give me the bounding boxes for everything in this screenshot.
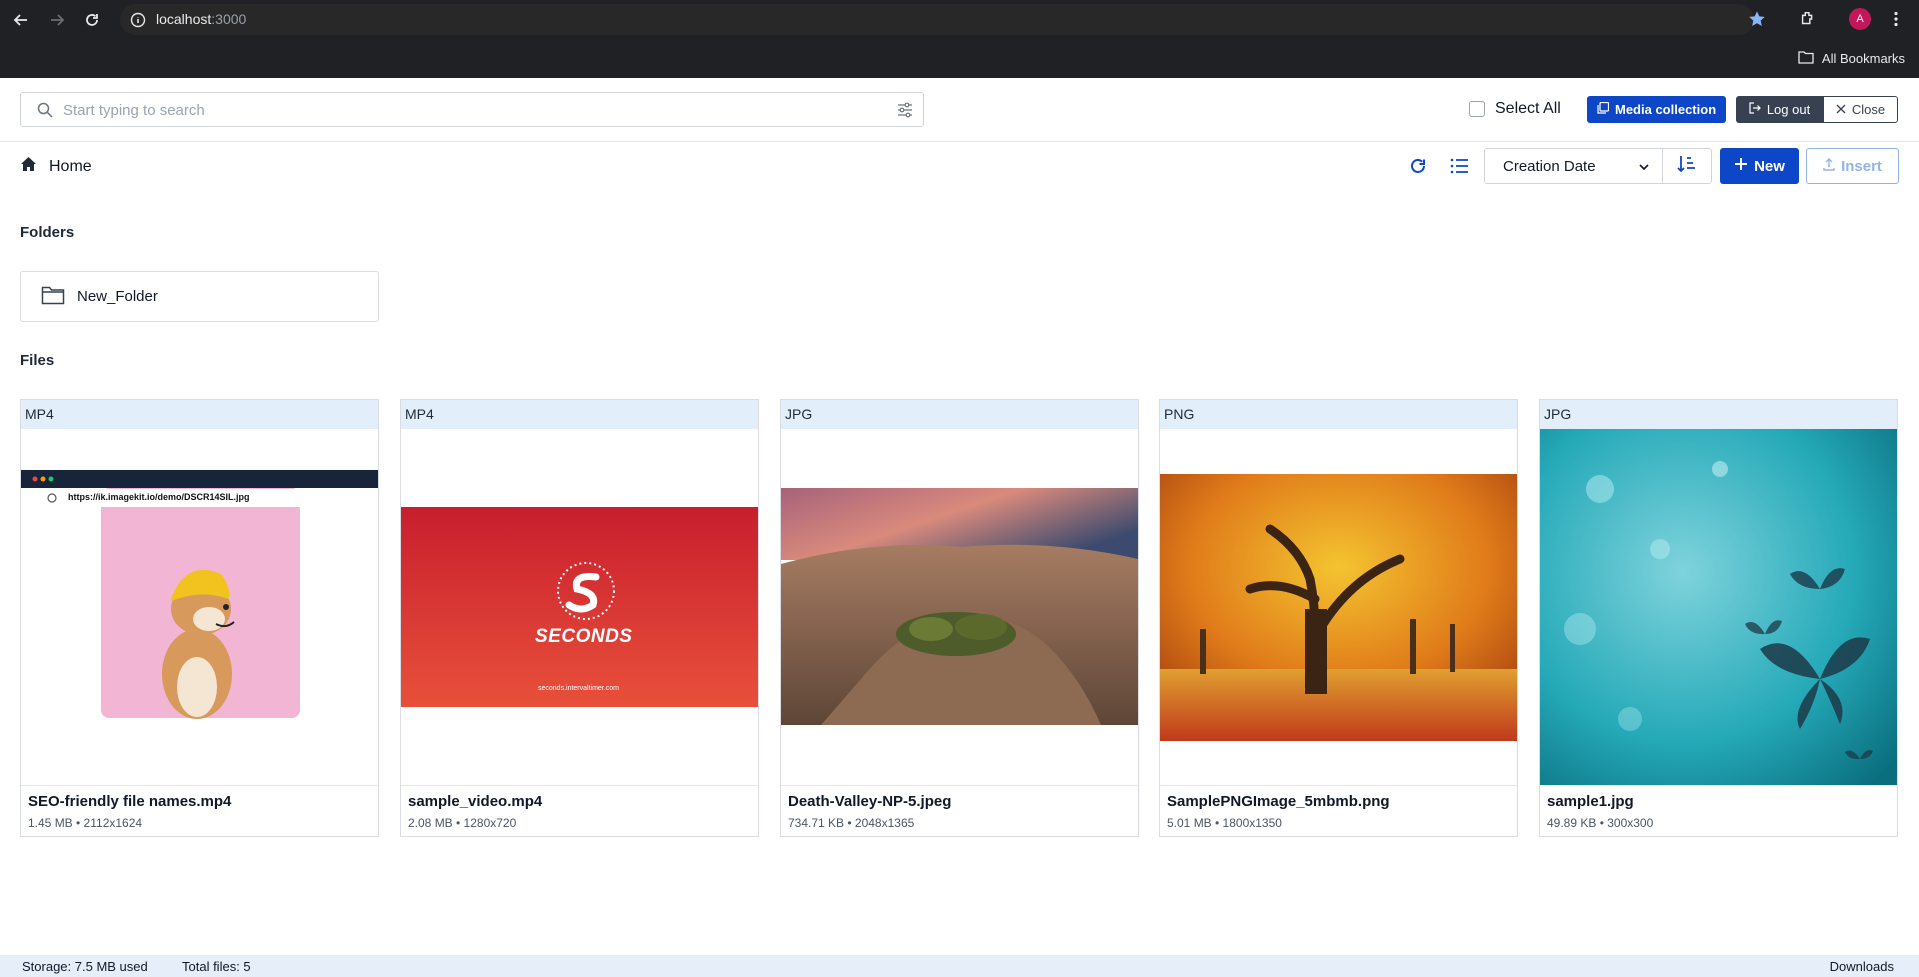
file-name: Death-Valley-NP-5.jpeg [788,793,952,810]
file-name: SEO-friendly file names.mp4 [28,793,232,810]
file-type-label: MP4 [21,400,378,429]
url-text: localhost:3000 [156,11,247,27]
file-name: sample1.jpg [1547,793,1634,810]
browser-menu-icon[interactable] [1885,8,1907,30]
close-icon [1836,102,1846,117]
file-info: SEO-friendly file names.mp4 1.45 MB • 21… [21,785,378,837]
file-info: sample_video.mp4 2.08 MB • 1280x720 [401,785,758,837]
file-meta: 1.45 MB • 2112x1624 [28,816,143,830]
home-label: Home [49,157,92,175]
bookmark-star-icon[interactable] [1746,8,1768,30]
folders-heading: Folders [20,224,75,241]
storage-usage: Storage: 7.5 MB used [22,959,148,974]
new-label: New [1754,157,1785,175]
downloads-link[interactable]: Downloads [1830,959,1894,974]
folder-icon [1798,50,1814,67]
list-view-icon[interactable] [1447,154,1471,178]
insert-label: Insert [1841,157,1882,175]
app-toolbar: Select All Media collection Log out Clos… [0,78,1919,142]
files-heading: Files [20,352,55,369]
upload-icon [1823,157,1835,175]
sort-descending-icon [1677,155,1697,178]
home-icon [20,156,37,177]
all-bookmarks-label: All Bookmarks [1821,51,1905,66]
new-button[interactable]: New [1720,148,1799,184]
file-thumbnail [1540,429,1897,785]
file-card[interactable]: JPG Death-Valley-NP-5.jpeg 734.71 KB • 2… [780,399,1139,837]
folder-icon [41,285,65,309]
file-thumbnail: https://ik.imagekit.io/demo/DSCR14SIL.jp… [21,429,378,785]
file-card[interactable]: JPG sample1.jpg 49.89 KB • 300x300 [1539,399,1898,837]
thumbnail-site-text: seconds.intervaltimer.com [538,685,619,692]
address-bar[interactable]: localhost:3000 [120,4,1754,35]
file-type-label: JPG [1540,400,1897,429]
sort-value: Creation Date [1503,157,1596,175]
file-meta: 734.71 KB • 2048x1365 [788,816,915,830]
logout-button[interactable]: Log out [1736,96,1823,123]
file-meta: 49.89 KB • 300x300 [1547,816,1654,830]
total-files: Total files: 5 [182,959,251,974]
logout-icon [1749,102,1761,117]
file-type-label: PNG [1160,400,1517,429]
filter-settings-icon[interactable] [897,102,913,123]
browser-toolbar: localhost:3000 A [0,0,1919,38]
sort-dropdown[interactable]: Creation Date [1484,148,1663,184]
media-collection-label: Media collection [1615,102,1717,117]
file-info: SamplePNGImage_5mbmb.png 5.01 MB • 1800x… [1160,785,1517,837]
folder-card[interactable]: New_Folder [20,271,379,322]
folder-name: New_Folder [77,288,158,305]
search-input[interactable] [63,99,863,121]
file-name: sample_video.mp4 [408,793,543,810]
file-info: sample1.jpg 49.89 KB • 300x300 [1540,785,1897,837]
search-icon [37,102,53,123]
file-info: Death-Valley-NP-5.jpeg 734.71 KB • 2048x… [781,785,1138,837]
extensions-icon[interactable] [1797,8,1819,30]
file-card[interactable]: PNG SamplePNGImage_5mbmb.png 5.01 MB • 1… [1159,399,1518,837]
back-icon[interactable] [9,8,33,32]
file-type-label: MP4 [401,400,758,429]
file-meta: 5.01 MB • 1800x1350 [1167,816,1282,830]
thumbnail-brand-text: SECONDS [535,626,633,647]
search-box[interactable] [20,92,924,127]
insert-button[interactable]: Insert [1806,148,1899,184]
plus-icon [1734,157,1748,175]
profile-avatar[interactable]: A [1849,8,1871,30]
select-all[interactable]: Select All [1469,100,1561,118]
reload-icon[interactable] [80,8,104,32]
thumbnail-url-text: https://ik.imagekit.io/demo/DSCR14SIL.jp… [68,492,250,502]
file-card[interactable]: MP4 SECONDS seconds.intervaltimer.com sa… [400,399,759,837]
all-bookmarks[interactable]: All Bookmarks [1798,50,1905,67]
close-button[interactable]: Close [1823,96,1898,123]
file-name: SamplePNGImage_5mbmb.png [1167,793,1390,810]
logout-label: Log out [1766,102,1811,117]
file-meta: 2.08 MB • 1280x720 [408,816,517,830]
collection-icon [1597,101,1610,117]
site-info-icon[interactable] [130,12,146,33]
avatar-letter: A [1849,8,1871,30]
select-all-label: Select All [1495,100,1561,117]
media-collection-button[interactable]: Media collection [1587,96,1727,123]
bookmarks-bar: All Bookmarks [0,38,1919,78]
sort-direction-button[interactable] [1662,148,1712,184]
close-label: Close [1851,102,1886,117]
file-thumbnail [781,429,1138,785]
file-type-label: JPG [781,400,1138,429]
refresh-icon[interactable] [1406,154,1430,178]
chevron-down-icon [1638,160,1650,177]
status-bar: Storage: 7.5 MB used Total files: 5 Down… [0,955,1919,977]
file-thumbnail: SECONDS seconds.intervaltimer.com [401,429,758,785]
breadcrumb-home[interactable]: Home [20,156,92,177]
file-card[interactable]: MP4 https://ik.imagekit.io/demo/DSCR14SI… [20,399,379,837]
file-thumbnail [1160,429,1517,785]
forward-icon[interactable] [45,8,69,32]
select-all-checkbox[interactable] [1469,101,1485,117]
